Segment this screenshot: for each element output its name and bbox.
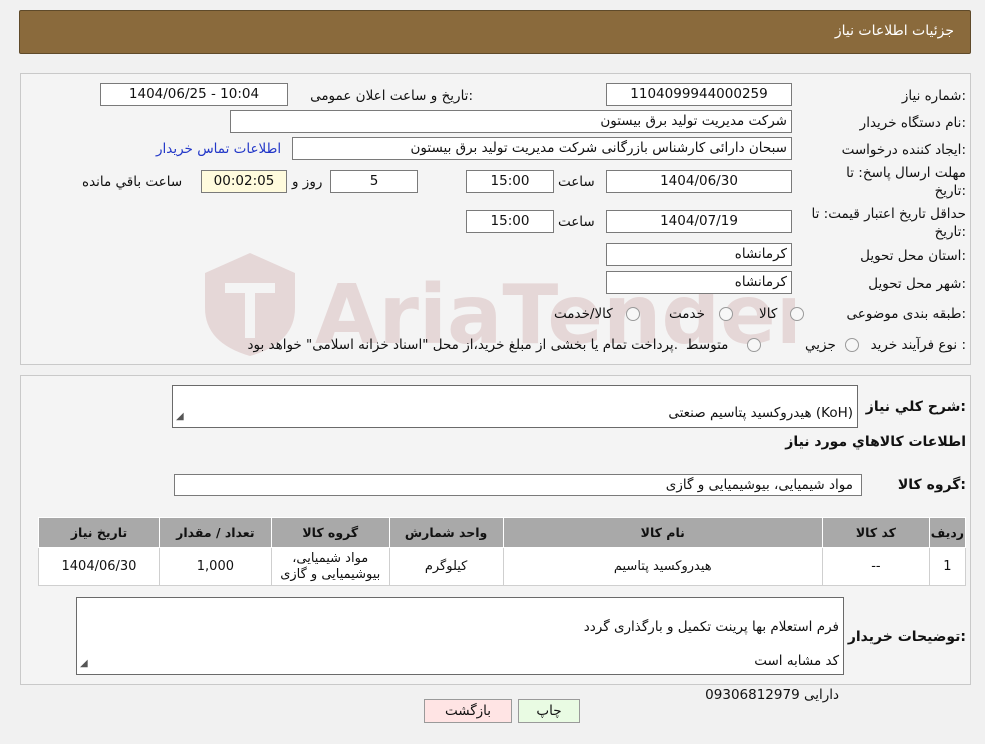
col-name: نام کالا	[502, 517, 823, 548]
process-minor-label: جزیي	[805, 337, 836, 353]
days-label: روز و	[292, 174, 323, 190]
validity-time-field: 15:00	[466, 210, 554, 233]
page-title: جزئیات اطلاعات نیاز	[834, 23, 954, 39]
category-goods-service-radio[interactable]	[626, 307, 640, 321]
process-medium-radio[interactable]	[747, 338, 761, 352]
print-button[interactable]: چاپ	[518, 699, 580, 723]
cell-code: --	[821, 547, 930, 586]
process-medium-label: متوسط	[686, 337, 729, 353]
table-header-row: ردیف کد کالا نام کالا واحد شمارش گروه کا…	[38, 517, 967, 548]
announce-label: تاریخ و ساعت اعلان عمومی:	[310, 88, 473, 104]
cell-unit: کیلوگرم	[388, 547, 504, 586]
col-group: گروه کالا	[270, 517, 390, 548]
city-field: کرمانشاه	[606, 271, 792, 294]
resize-grip-icon[interactable]: ◢	[176, 408, 184, 425]
city-label: شهر محل تحویل:	[868, 276, 966, 292]
deadline-time-label: ساعت	[558, 174, 595, 190]
province-field: کرمانشاه	[606, 243, 792, 266]
deadline-date-field: 1404/06/30	[606, 170, 792, 193]
validity-date-field: 1404/07/19	[606, 210, 792, 233]
cell-date: 1404/06/30	[38, 547, 160, 586]
items-table: ردیف کد کالا نام کالا واحد شمارش گروه کا…	[38, 517, 967, 586]
remaining-label: ساعت باقي مانده	[82, 174, 183, 190]
buyer-notes-line: فرم استعلام بها پرینت تکمیل و بارگذاری گ…	[583, 619, 839, 635]
process-note: پرداخت تمام یا بخشی از مبلغ خرید،از محل …	[247, 337, 678, 353]
remaining-timer: 00:02:05	[201, 170, 287, 193]
category-goods-service-label: کالا/خدمت	[554, 306, 613, 322]
category-service-label: خدمت	[669, 306, 705, 322]
cell-name: هیدروکسید پتاسیم	[502, 547, 823, 586]
buyer-notes-label: توضیحات خریدار:	[847, 629, 966, 645]
validity-time-label: ساعت	[558, 214, 595, 230]
buyer-notes-field: فرم استعلام بها پرینت تکمیل و بارگذاری گ…	[76, 597, 844, 703]
category-label: طبقه بندی موضوعی:	[846, 306, 966, 322]
items-title: اطلاعات کالاهاي مورد نیاز	[785, 434, 966, 450]
buyer-notes-line: کد مشابه است	[754, 653, 839, 669]
summary-label: شرح کلي نیاز:	[865, 399, 966, 415]
need-number-field: 1104099944000259	[606, 83, 792, 106]
buyer-contact-link[interactable]: اطلاعات تماس خریدار	[156, 141, 281, 157]
cell-quantity: 1,000	[158, 547, 272, 586]
creator-label: ایجاد کننده درخواست:	[841, 142, 966, 158]
category-goods-radio[interactable]	[790, 307, 804, 321]
deadline-label-2: تاریخ:	[934, 183, 966, 199]
col-unit: واحد شمارش	[388, 517, 504, 548]
validity-label: حداقل تاریخ اعتبار قیمت: تا	[811, 206, 966, 222]
need-number-label: شماره نیاز:	[901, 88, 966, 104]
days-remaining-field: 5	[330, 170, 418, 193]
group-field: مواد شیمیایی، بیوشیمیایی و گازی	[174, 474, 862, 496]
cell-group: مواد شیمیایی، بیوشیمیایی و گازی	[270, 547, 390, 586]
province-label: استان محل تحویل:	[860, 248, 966, 264]
page-header: جزئیات اطلاعات نیاز	[19, 10, 971, 54]
col-quantity: تعداد / مقدار	[158, 517, 272, 548]
group-label: گروه کالا:	[897, 477, 966, 493]
resize-grip-icon[interactable]: ◢	[80, 655, 88, 672]
category-goods-label: کالا	[759, 306, 778, 322]
col-code: کد کالا	[821, 517, 930, 548]
buyer-org-field: شرکت مدیریت تولید برق بیستون	[230, 110, 792, 133]
process-label: نوع فرآیند خرید :	[870, 337, 966, 353]
deadline-label: مهلت ارسال پاسخ: تا	[846, 165, 966, 181]
validity-label-2: تاریخ:	[934, 224, 966, 240]
announce-datetime-field: 1404/06/25 - 10:04	[100, 83, 288, 106]
back-button[interactable]: بازگشت	[424, 699, 512, 723]
buyer-org-label: نام دستگاه خریدار:	[859, 115, 966, 131]
category-service-radio[interactable]	[719, 307, 733, 321]
col-date: تاریخ نیاز	[38, 517, 160, 548]
summary-field: هیدروکسید پتاسیم صنعتی (KoH) ◢	[172, 385, 858, 428]
summary-text: هیدروکسید پتاسیم صنعتی (KoH)	[668, 405, 853, 421]
process-minor-radio[interactable]	[845, 338, 859, 352]
creator-field: سبحان دارائی کارشناس بازرگانی شرکت مدیری…	[292, 137, 792, 160]
table-row: 1 -- هیدروکسید پتاسیم کیلوگرم مواد شیمیا…	[38, 547, 967, 586]
deadline-time-field: 15:00	[466, 170, 554, 193]
cell-row: 1	[928, 547, 967, 586]
col-row: ردیف	[928, 517, 967, 548]
